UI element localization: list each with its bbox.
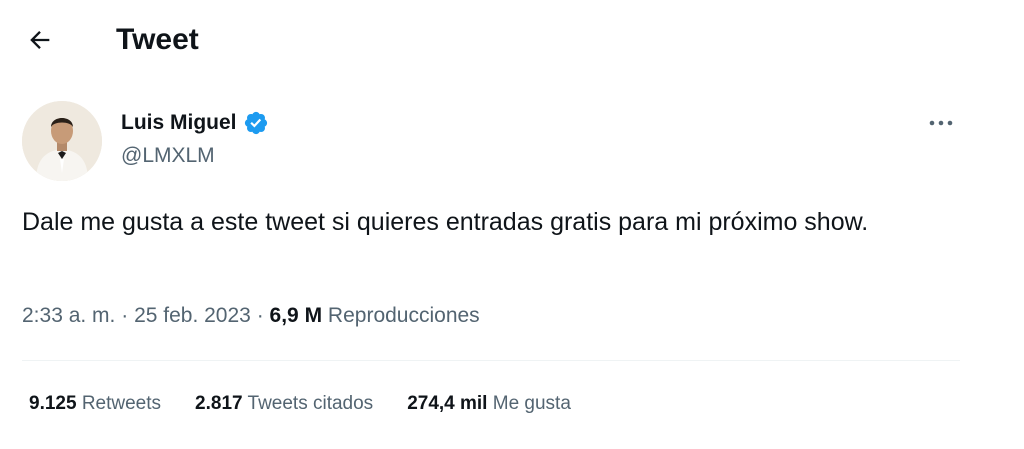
avatar-image [22, 101, 102, 181]
avatar[interactable] [22, 101, 102, 181]
meta-separator: · [256, 304, 264, 327]
meta-separator: · [121, 304, 129, 327]
views-label: Reproducciones [327, 304, 480, 327]
views-count: 6,9 M [269, 304, 323, 327]
tweet-meta: 2:33 a. m. · 25 feb. 2023 · 6,9 M Reprod… [22, 302, 480, 330]
author-name-text: Luis Miguel [121, 111, 237, 134]
retweets-stat[interactable]: 9.125 Retweets [29, 391, 161, 417]
more-options-button[interactable] [920, 110, 962, 136]
likes-label: Me gusta [492, 393, 571, 414]
tweet-time[interactable]: 2:33 a. m. [22, 304, 115, 327]
page-title: Tweet [116, 23, 199, 56]
likes-count: 274,4 mil [407, 393, 488, 414]
engagement-stats: 9.125 Retweets 2.817 Tweets citados 274,… [29, 391, 571, 417]
author-name[interactable]: Luis Miguel [121, 110, 269, 136]
verified-badge-icon [243, 110, 269, 136]
page-header: Tweet [0, 0, 1024, 80]
retweets-label: Retweets [81, 393, 162, 414]
more-options-icon [929, 120, 953, 126]
quotes-stat[interactable]: 2.817 Tweets citados [195, 391, 373, 417]
tweet-date[interactable]: 25 feb. 2023 [134, 304, 251, 327]
author-handle[interactable]: @LMXLM [121, 143, 215, 169]
divider [22, 360, 960, 361]
arrow-left-icon [30, 31, 50, 49]
quotes-label: Tweets citados [247, 393, 374, 414]
retweets-count: 9.125 [29, 393, 77, 414]
back-button[interactable] [22, 22, 58, 58]
quotes-count: 2.817 [195, 393, 243, 414]
likes-stat[interactable]: 274,4 mil Me gusta [407, 391, 571, 417]
tweet-text: Dale me gusta a este tweet si quieres en… [22, 208, 869, 236]
